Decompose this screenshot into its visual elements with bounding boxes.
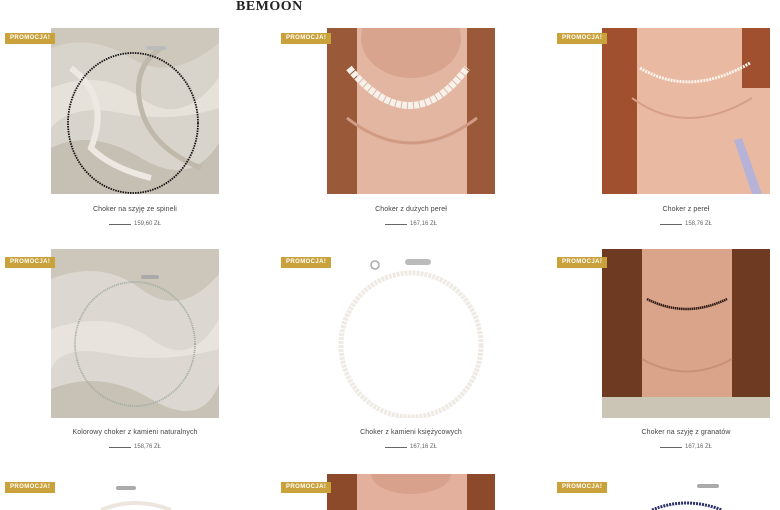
product-name[interactable]: Choker z dużych pereł [327,206,495,213]
product-name[interactable]: Choker z kamieni księżycowych [327,429,495,436]
promo-badge: PROMOCJA! [281,482,332,493]
product-image[interactable] [51,249,219,418]
product-card[interactable]: PROMOCJA! Choker na szyję ze spineli 159… [0,0,260,240]
product-card[interactable]: PROMOCJA! [0,470,260,510]
product-image[interactable] [602,474,770,510]
product-name[interactable]: Choker na szyję z granatów [602,429,770,436]
product-price: 167,16 ZŁ [327,443,495,451]
product-price: 167,16 ZŁ [327,220,495,228]
product-image[interactable] [327,249,495,418]
product-card[interactable]: PROMOCJA! [276,470,536,510]
promo-badge: PROMOCJA! [557,482,608,493]
promo-badge: PROMOCJA! [281,257,332,268]
product-name[interactable]: Choker z pereł [602,206,770,213]
product-card[interactable]: PROMOCJA! Kolorowy choker z kamieni natu… [0,245,260,460]
product-name[interactable]: Choker na szyję ze spineli [51,206,219,213]
product-image[interactable] [327,474,495,510]
promo-badge: PROMOCJA! [5,482,56,493]
product-image[interactable] [51,28,219,194]
product-price: 167,16 ZŁ [602,443,770,451]
product-price: 159,60 ZŁ [51,220,219,228]
product-card[interactable]: PROMOCJA! Choker na szyję z granatów 167… [552,245,780,460]
product-image[interactable] [602,28,770,194]
product-card[interactable]: PROMOCJA! Choker z pereł 158,76 ZŁ [552,0,780,240]
promo-badge: PROMOCJA! [557,33,608,44]
product-card[interactable]: PROMOCJA! Choker z kamieni księżycowych … [276,245,536,460]
product-price: 158,76 ZŁ [602,220,770,228]
product-image[interactable] [327,28,495,194]
product-name[interactable]: Kolorowy choker z kamieni naturalnych [51,429,219,436]
product-image[interactable] [602,249,770,418]
product-card[interactable]: PROMOCJA! [552,470,780,510]
product-price: 158,76 ZŁ [51,443,219,451]
promo-badge: PROMOCJA! [557,257,608,268]
product-image[interactable] [51,474,219,510]
promo-badge: PROMOCJA! [5,257,56,268]
promo-badge: PROMOCJA! [5,33,56,44]
product-card[interactable]: PROMOCJA! Choker z dużych pereł 167,16 Z… [276,0,536,240]
promo-badge: PROMOCJA! [281,33,332,44]
